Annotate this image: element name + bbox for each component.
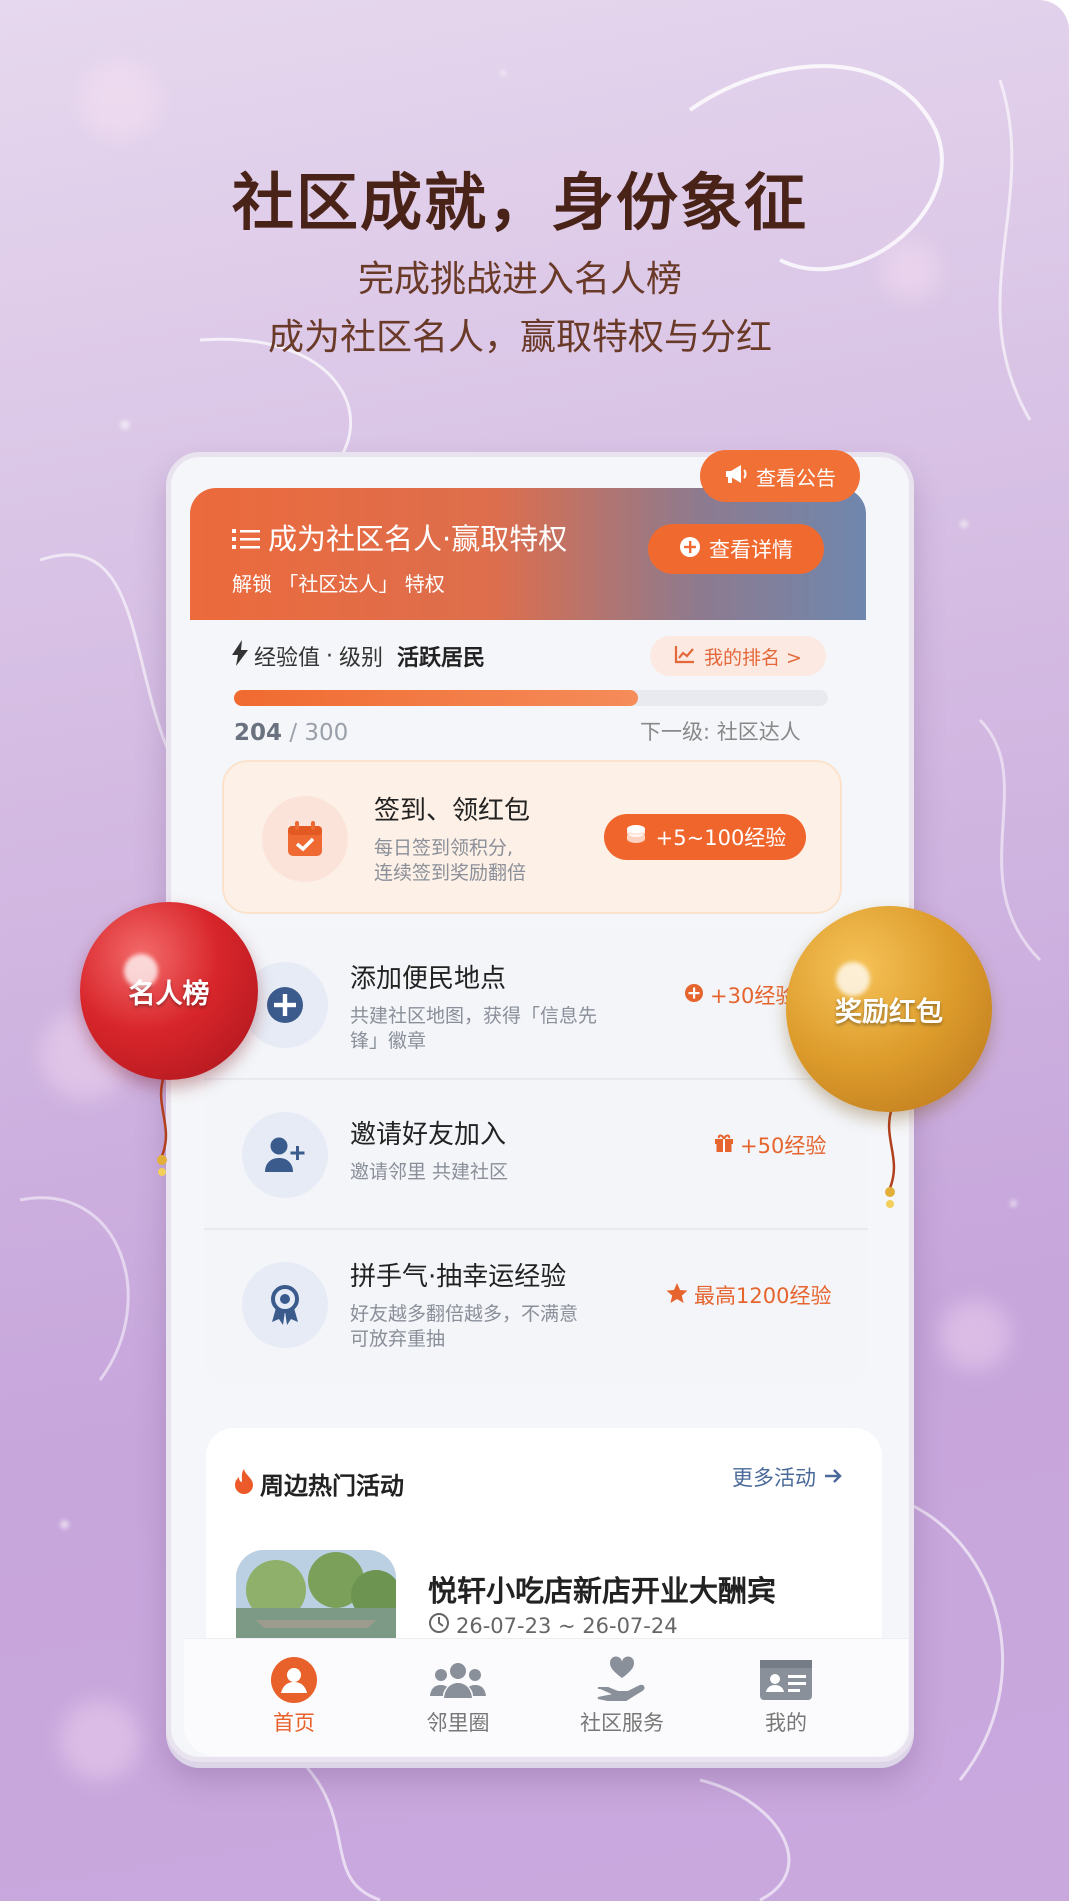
view-details-button[interactable]: 查看详情 bbox=[648, 524, 824, 574]
id-card-icon bbox=[726, 1653, 846, 1707]
experience-progress-bar bbox=[234, 690, 828, 706]
banner-title: 成为社区名人·赢取特权 bbox=[268, 522, 568, 556]
user-plus-icon bbox=[242, 1112, 328, 1198]
celebrity-list-balloon[interactable]: 名人榜 bbox=[80, 902, 258, 1080]
lightning-icon bbox=[232, 640, 248, 672]
view-details-label: 查看详情 bbox=[709, 538, 793, 562]
nav-label: 我的 bbox=[765, 1711, 807, 1735]
event-thumbnail[interactable] bbox=[236, 1550, 396, 1650]
nav-label: 首页 bbox=[273, 1711, 315, 1735]
next-level-label: 下一级: 社区达人 bbox=[640, 720, 801, 744]
task-reward: +30经验 bbox=[684, 980, 796, 1010]
nav-label: 邻里圈 bbox=[426, 1711, 490, 1735]
gift-icon bbox=[714, 1133, 734, 1158]
home-user-icon bbox=[234, 1653, 354, 1707]
promo-headline: 社区成就，身份象征 bbox=[231, 166, 808, 239]
level-prefix: 级别 bbox=[339, 646, 384, 671]
balloon-string bbox=[157, 1076, 168, 1176]
task-invite-friends[interactable]: 邀请好友加入 邀请邻里 共建社区 +50经验 bbox=[204, 1080, 868, 1230]
users-icon bbox=[398, 1653, 518, 1707]
award-icon bbox=[242, 1262, 328, 1348]
my-rank-label: 我的排名 > bbox=[704, 646, 802, 669]
signin-desc-2: 连续签到奖励翻倍 bbox=[374, 862, 527, 884]
bottom-nav: 首页 邻里圈 社区服务 我的 bbox=[184, 1638, 908, 1756]
event-title[interactable]: 悦轩小吃店新店开业大酬宾 bbox=[428, 1568, 776, 1610]
task-list: 添加便民地点 共建社区地图，获得「信息先 锋」徽章 +30经验 邀请好友加入 邀… bbox=[204, 930, 868, 1384]
plus-circle-icon bbox=[679, 536, 701, 563]
task-desc: 可放弃重抽 bbox=[350, 1328, 446, 1350]
task-desc: 好友越多翻倍越多，不满意 bbox=[350, 1303, 579, 1325]
celebrity-banner: 成为社区名人·赢取特权 解锁 「社区达人」 特权 查看详情 bbox=[190, 488, 866, 620]
more-activities-link[interactable]: 更多活动 bbox=[732, 1462, 843, 1492]
task-desc: 邀请邻里 共建社区 bbox=[350, 1161, 509, 1183]
level-value: 活跃居民 bbox=[397, 646, 486, 671]
calendar-check-icon bbox=[262, 796, 348, 882]
task-reward: +50经验 bbox=[714, 1130, 826, 1160]
list-icon bbox=[232, 524, 260, 558]
task-title: 拼手气·抽幸运经验 bbox=[350, 1262, 567, 1292]
signin-desc-1: 每日签到领积分, bbox=[374, 837, 514, 859]
event-time: 26-07-23 ~ 26-07-24 bbox=[428, 1612, 678, 1639]
nav-home[interactable]: 首页 bbox=[234, 1653, 354, 1737]
task-reward: 最高1200经验 bbox=[666, 1280, 831, 1310]
task-title: 添加便民地点 bbox=[350, 964, 507, 994]
plus-circle-icon bbox=[684, 983, 704, 1008]
experience-label: 经验值 bbox=[254, 646, 321, 671]
balloon-string bbox=[885, 1108, 896, 1208]
reward-redpacket-balloon[interactable]: 奖励红包 bbox=[786, 906, 992, 1112]
clock-icon bbox=[428, 1612, 450, 1639]
my-rank-button[interactable]: 我的排名 > bbox=[650, 636, 826, 676]
promo-subline-2: 成为社区名人，赢取特权与分红 bbox=[267, 317, 772, 358]
task-add-place[interactable]: 添加便民地点 共建社区地图，获得「信息先 锋」徽章 +30经验 bbox=[204, 930, 868, 1080]
chart-line-icon bbox=[674, 644, 696, 669]
notice-label: 查看公告 bbox=[756, 465, 836, 490]
experience-row: 经验值 · 级别 活跃居民 bbox=[232, 640, 485, 672]
experience-count: 204 / 300 bbox=[234, 720, 349, 746]
fire-icon bbox=[234, 1468, 254, 1500]
megaphone-icon bbox=[724, 463, 750, 490]
task-lucky-draw[interactable]: 拼手气·抽幸运经验 好友越多翻倍越多，不满意 可放弃重抽 最高1200经验 bbox=[204, 1230, 868, 1380]
signin-reward-label: +5~100经验 bbox=[655, 826, 787, 850]
signin-reward-button[interactable]: +5~100经验 bbox=[604, 814, 806, 860]
signin-title: 签到、领红包 bbox=[374, 796, 531, 826]
banner-subtitle: 解锁 「社区达人」 特权 bbox=[232, 572, 445, 596]
notice-button[interactable]: 查看公告 bbox=[700, 450, 860, 502]
nav-profile[interactable]: 我的 bbox=[726, 1653, 846, 1737]
hot-activities-title: 周边热门活动 bbox=[260, 1472, 404, 1500]
nav-label: 社区服务 bbox=[580, 1711, 664, 1735]
experience-progress-fill bbox=[234, 690, 638, 706]
coins-icon bbox=[624, 824, 648, 851]
task-desc: 锋」徽章 bbox=[350, 1030, 427, 1052]
star-icon bbox=[666, 1282, 688, 1309]
hot-activities-card: 周边热门活动 更多活动 悦轩小吃店新店开业大酬宾 26-07-23 ~ 26-0… bbox=[206, 1428, 882, 1650]
promo-subline-1: 完成挑战进入名人榜 bbox=[357, 259, 682, 300]
task-title: 邀请好友加入 bbox=[350, 1120, 507, 1150]
signin-card[interactable]: 签到、领红包 每日签到领积分, 连续签到奖励翻倍 +5~100经验 bbox=[222, 760, 842, 914]
nav-neighbors[interactable]: 邻里圈 bbox=[398, 1653, 518, 1737]
task-desc: 共建社区地图，获得「信息先 bbox=[350, 1005, 598, 1027]
arrow-right-icon bbox=[823, 1466, 843, 1490]
hand-heart-icon bbox=[562, 1653, 682, 1707]
nav-services[interactable]: 社区服务 bbox=[562, 1653, 682, 1737]
